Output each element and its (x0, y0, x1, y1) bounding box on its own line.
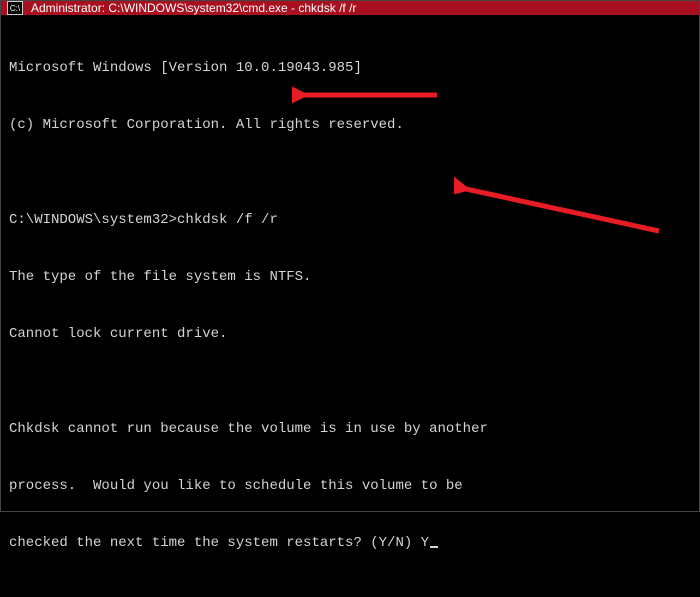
output-line: The type of the file system is NTFS. (9, 268, 691, 287)
output-line: (c) Microsoft Corporation. All rights re… (9, 116, 691, 135)
output-line: Chkdsk cannot run because the volume is … (9, 420, 691, 439)
terminal-output[interactable]: Microsoft Windows [Version 10.0.19043.98… (1, 15, 699, 597)
output-line: process. Would you like to schedule this… (9, 477, 691, 496)
output-line: Cannot lock current drive. (9, 325, 691, 344)
prompt: C:\WINDOWS\system32> (9, 212, 177, 228)
cmd-window: C:\ Administrator: C:\WINDOWS\system32\c… (0, 0, 700, 512)
prompt-line: checked the next time the system restart… (9, 534, 691, 553)
cursor (430, 546, 438, 548)
output-line: Microsoft Windows [Version 10.0.19043.98… (9, 59, 691, 78)
user-input: Y (421, 535, 429, 551)
typed-command: chkdsk /f /r (177, 212, 278, 228)
window-titlebar[interactable]: C:\ Administrator: C:\WINDOWS\system32\c… (1, 1, 699, 15)
output-text: checked the next time the system restart… (9, 535, 421, 551)
window-title: Administrator: C:\WINDOWS\system32\cmd.e… (31, 1, 693, 15)
cmd-icon: C:\ (7, 1, 23, 15)
command-line: C:\WINDOWS\system32>chkdsk /f /r (9, 211, 691, 230)
